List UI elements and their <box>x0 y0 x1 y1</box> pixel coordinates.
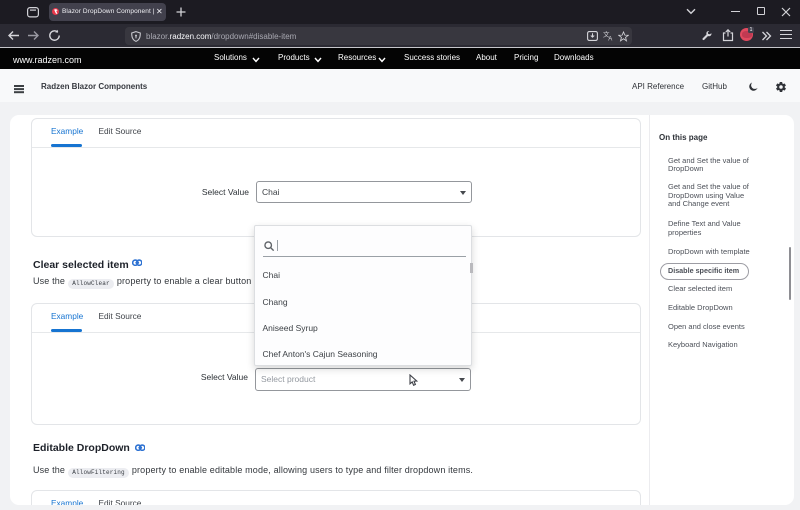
svg-text:A: A <box>608 37 612 41</box>
